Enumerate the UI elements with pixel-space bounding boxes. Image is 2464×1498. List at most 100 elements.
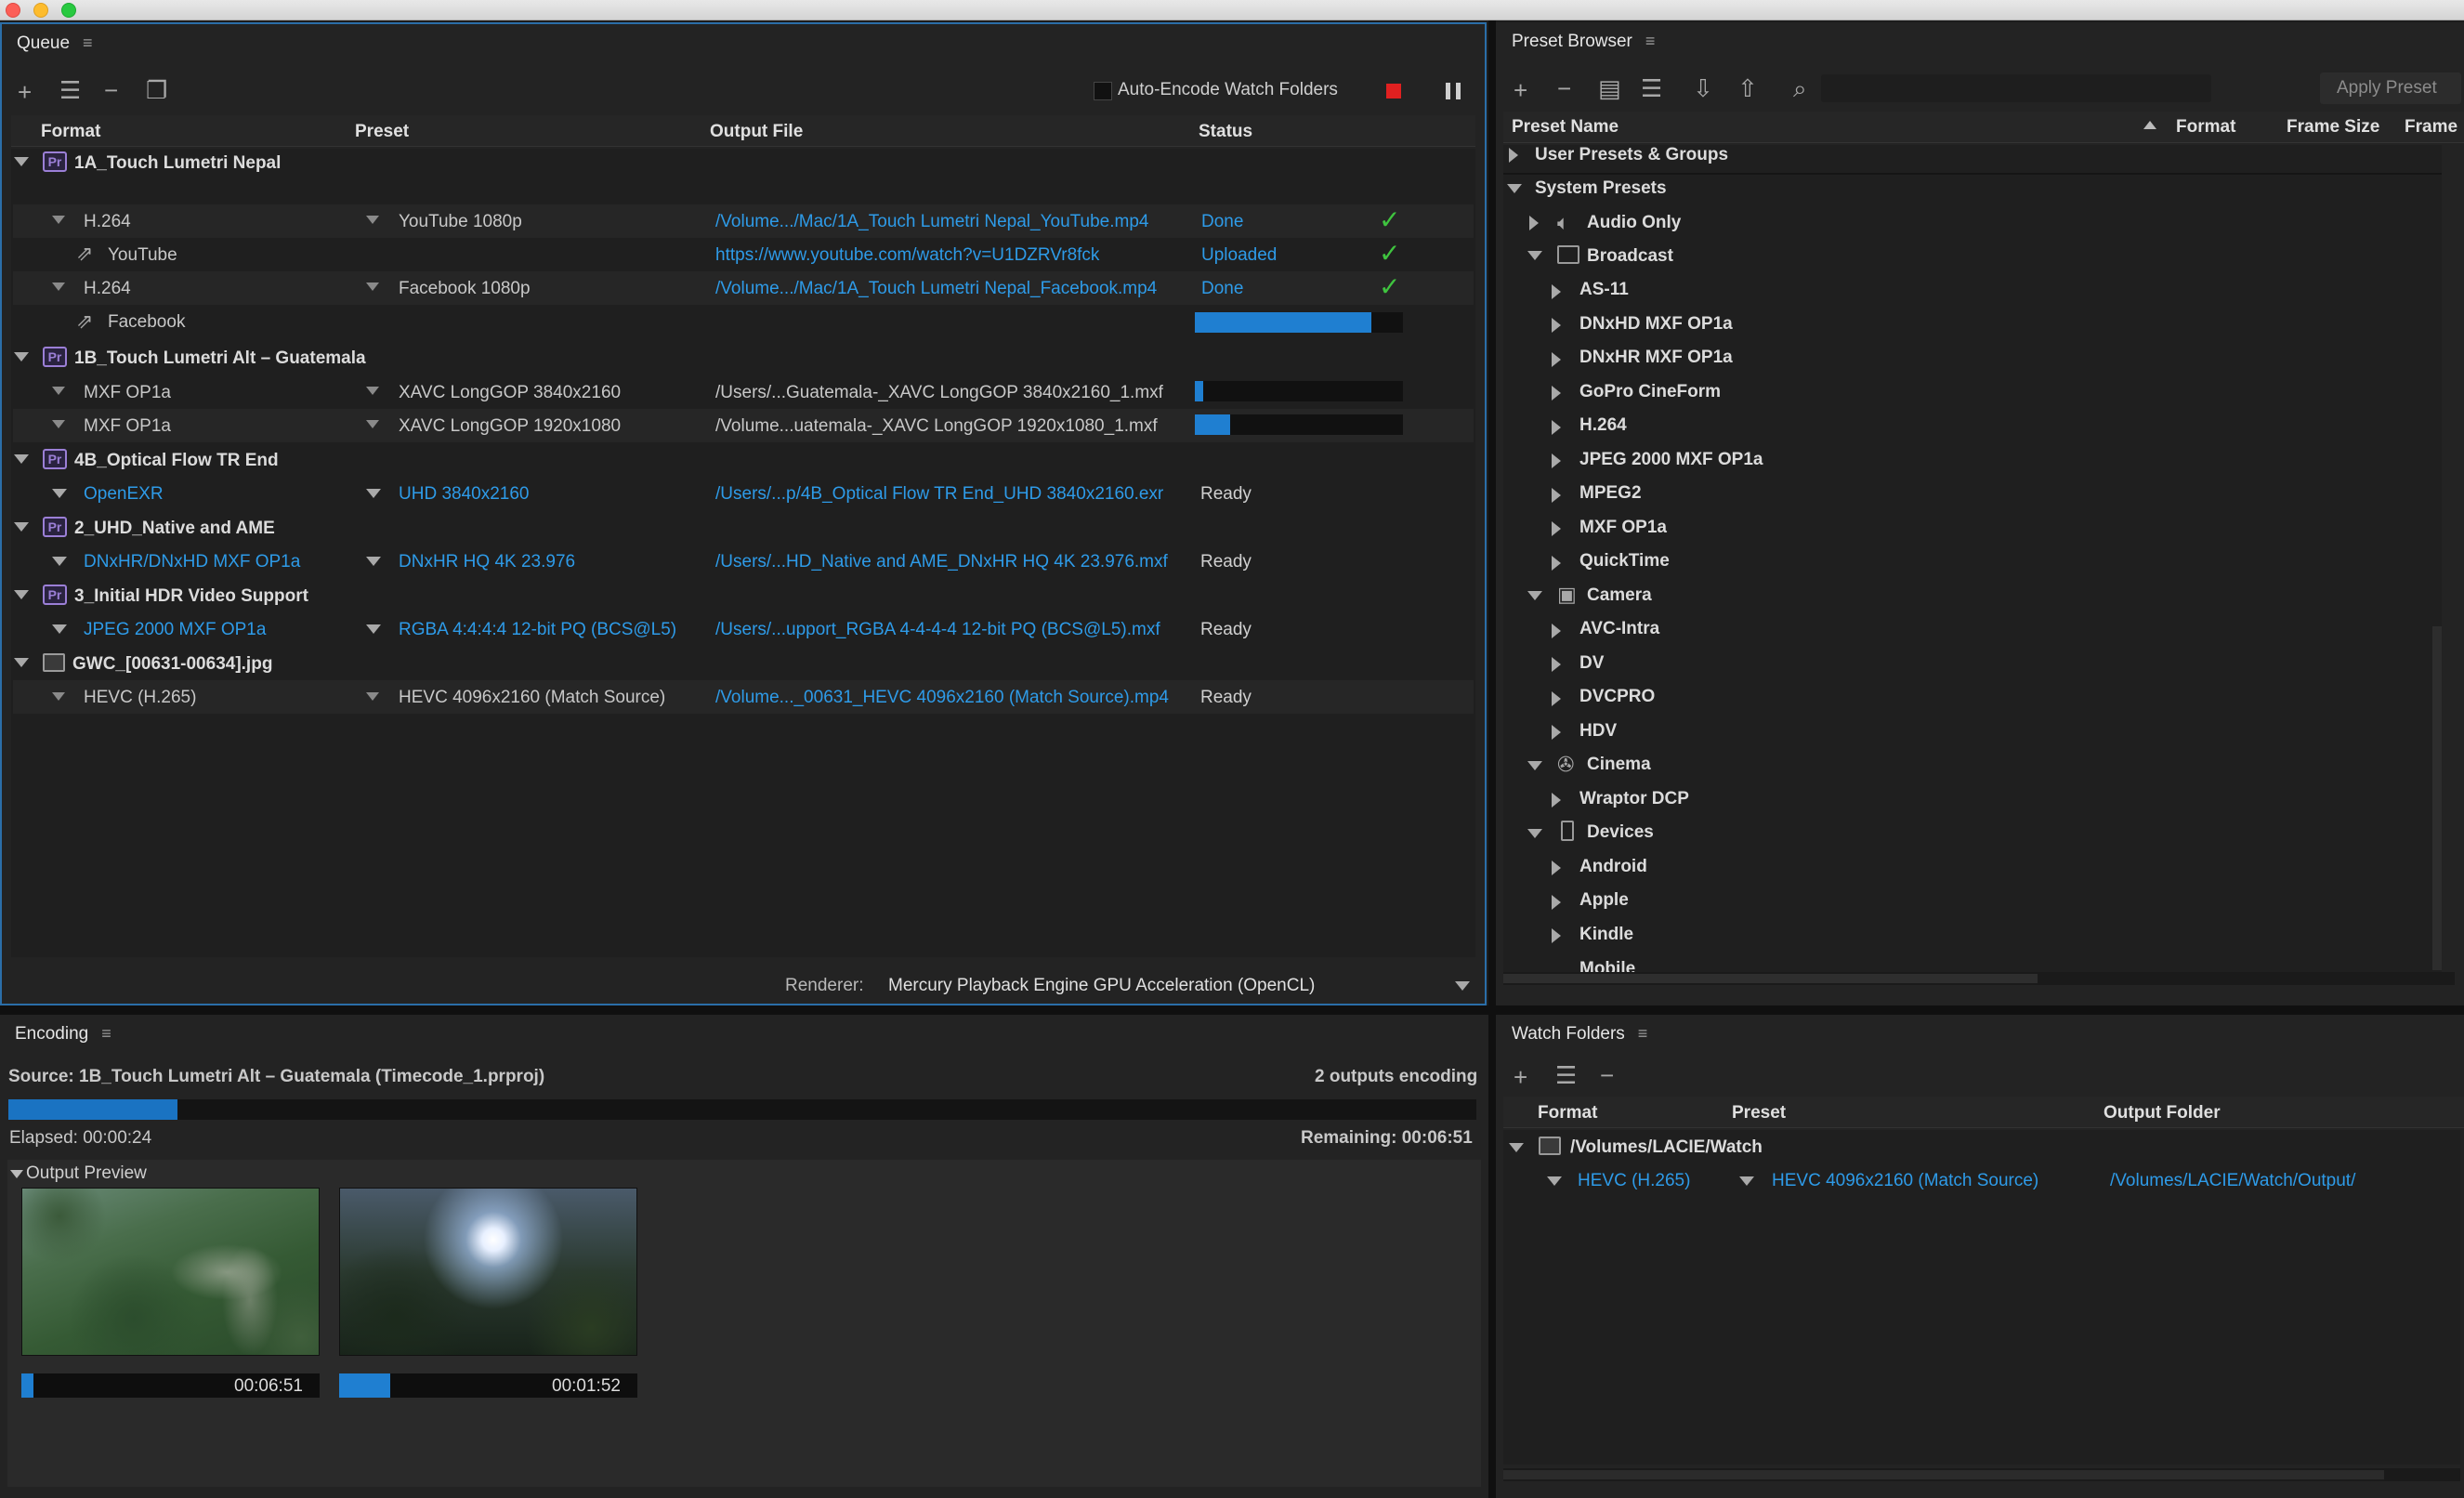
- expand-arrow-icon[interactable]: [1552, 624, 1561, 638]
- preset-col-frame[interactable]: Frame: [2405, 117, 2457, 138]
- settings-icon[interactable]: ☰: [59, 78, 81, 102]
- item-format[interactable]: HEVC (H.265): [84, 688, 196, 708]
- expand-arrow-icon[interactable]: [1529, 216, 1539, 230]
- expand-arrow-icon[interactable]: [1552, 556, 1561, 571]
- watch-format[interactable]: HEVC (H.265): [1578, 1171, 1690, 1191]
- watch-folders-tab[interactable]: Watch Folders ≡: [1512, 1024, 1647, 1045]
- renderer-dropdown-icon[interactable]: [1455, 981, 1470, 991]
- item-output-link[interactable]: /Volume..._00631_HEVC 4096x2160 (Match S…: [715, 688, 1169, 708]
- preset-tree-item[interactable]: Broadcast: [1587, 246, 1673, 267]
- format-dropdown-icon[interactable]: [52, 387, 65, 395]
- preset-dropdown-icon[interactable]: [1739, 1176, 1754, 1186]
- sort-ascending-icon[interactable]: [2143, 121, 2156, 129]
- item-preset[interactable]: YouTube 1080p: [399, 212, 522, 232]
- collapse-arrow-icon[interactable]: [1527, 251, 1542, 260]
- preset-dropdown-icon[interactable]: [366, 283, 379, 291]
- expand-arrow-icon[interactable]: [1552, 453, 1561, 468]
- import-preset-icon[interactable]: ⇩: [1693, 76, 1713, 100]
- format-dropdown-icon[interactable]: [52, 283, 65, 291]
- queue-group-name[interactable]: 1A_Touch Lumetri Nepal: [74, 153, 281, 174]
- expand-arrow-icon[interactable]: [1552, 793, 1561, 808]
- collapse-arrow-icon[interactable]: [1507, 184, 1522, 193]
- preset-col-frame-size[interactable]: Frame Size: [2287, 117, 2379, 138]
- panel-menu-icon[interactable]: ≡: [101, 1024, 111, 1043]
- preset-dropdown-icon[interactable]: [366, 557, 381, 566]
- renderer-select[interactable]: Mercury Playback Engine GPU Acceleration…: [888, 976, 1315, 996]
- queue-group-name[interactable]: GWC_[00631-00634].jpg: [72, 654, 272, 675]
- preset-tree-item[interactable]: AVC-Intra: [1579, 619, 1659, 639]
- preset-col-name[interactable]: Preset Name: [1512, 117, 1619, 138]
- format-dropdown-icon[interactable]: [52, 557, 67, 566]
- expand-arrow-icon[interactable]: [1552, 895, 1561, 910]
- expand-arrow-icon[interactable]: [14, 352, 29, 361]
- queue-group-name[interactable]: 1B_Touch Lumetri Alt – Guatemala: [74, 348, 366, 369]
- preset-tree-item[interactable]: QuickTime: [1579, 551, 1670, 572]
- item-output-link[interactable]: /Users/...HD_Native and AME_DNxHR HQ 4K …: [715, 552, 1168, 572]
- preset-scrollbar[interactable]: [2432, 626, 2442, 970]
- preset-tree-item[interactable]: GoPro CineForm: [1579, 382, 1721, 402]
- remove-icon[interactable]: −: [104, 78, 118, 102]
- collapse-arrow-icon[interactable]: [10, 1170, 23, 1178]
- expand-arrow-icon[interactable]: [1552, 521, 1561, 536]
- add-source-icon[interactable]: +: [18, 80, 32, 104]
- watch-col-format[interactable]: Format: [1538, 1103, 1597, 1124]
- queue-col-format[interactable]: Format: [41, 122, 100, 142]
- expand-arrow-icon[interactable]: [1552, 488, 1561, 503]
- queue-tab[interactable]: Queue ≡: [17, 33, 93, 54]
- expand-arrow-icon[interactable]: [14, 590, 29, 599]
- item-preset[interactable]: XAVC LongGOP 1920x1080: [399, 416, 621, 437]
- panel-menu-icon[interactable]: ≡: [83, 33, 93, 52]
- expand-arrow-icon[interactable]: [1552, 284, 1561, 299]
- preset-tree-item[interactable]: Mobile: [1579, 959, 1635, 972]
- expand-arrow-icon[interactable]: [1552, 352, 1561, 367]
- zoom-window-button[interactable]: [61, 3, 76, 18]
- preset-tree-item[interactable]: Kindle: [1579, 925, 1633, 945]
- preset-tree-item[interactable]: Cinema: [1587, 755, 1651, 775]
- item-output-path[interactable]: /Volume...uatemala-_XAVC LongGOP 1920x10…: [715, 416, 1158, 437]
- preset-tree-item[interactable]: JPEG 2000 MXF OP1a: [1579, 450, 1763, 470]
- watch-folder-path[interactable]: /Volumes/LACIE/Watch: [1570, 1137, 1763, 1158]
- item-output-link[interactable]: /Users/...upport_RGBA 4-4-4-4 12-bit PQ …: [715, 620, 1160, 640]
- preset-tree-item[interactable]: User Presets & Groups: [1535, 145, 1728, 165]
- expand-arrow-icon[interactable]: [1552, 725, 1561, 740]
- item-format[interactable]: MXF OP1a: [84, 383, 171, 403]
- item-format[interactable]: OpenEXR: [84, 484, 164, 505]
- preset-tree-item[interactable]: MPEG2: [1579, 483, 1642, 504]
- item-preset[interactable]: DNxHR HQ 4K 23.976: [399, 552, 575, 572]
- preset-tree-item[interactable]: Audio Only: [1587, 213, 1681, 233]
- preset-dropdown-icon[interactable]: [366, 420, 379, 428]
- item-output-link[interactable]: https://www.youtube.com/watch?v=U1DZRVr8…: [715, 245, 1099, 266]
- item-format[interactable]: Facebook: [108, 312, 185, 333]
- expand-arrow-icon[interactable]: [14, 157, 29, 166]
- auto-encode-checkbox[interactable]: [1094, 82, 1112, 100]
- preset-tree-item[interactable]: MXF OP1a: [1579, 518, 1667, 538]
- new-preset-icon[interactable]: +: [1514, 78, 1527, 102]
- expand-arrow-icon[interactable]: [1552, 861, 1561, 875]
- preset-tree-item[interactable]: Camera: [1587, 585, 1652, 606]
- preset-browser-tab[interactable]: Preset Browser ≡: [1512, 32, 1655, 52]
- preset-hscrollbar[interactable]: [1503, 972, 2455, 985]
- queue-col-status[interactable]: Status: [1199, 122, 1252, 142]
- remove-preset-icon[interactable]: −: [1557, 76, 1571, 100]
- watch-hscrollbar[interactable]: [1503, 1468, 2460, 1481]
- preset-settings-icon[interactable]: ☰: [1641, 76, 1662, 100]
- minimize-window-button[interactable]: [33, 3, 48, 18]
- add-folder-icon[interactable]: +: [1514, 1065, 1527, 1089]
- output-preview-label[interactable]: Output Preview: [26, 1163, 147, 1184]
- preset-tree-item[interactable]: AS-11: [1579, 280, 1629, 300]
- expand-arrow-icon[interactable]: [14, 658, 29, 667]
- preset-dropdown-icon[interactable]: [366, 692, 379, 701]
- item-format[interactable]: MXF OP1a: [84, 416, 171, 437]
- watch-preset[interactable]: HEVC 4096x2160 (Match Source): [1772, 1171, 2038, 1191]
- expand-arrow-icon[interactable]: [1552, 691, 1561, 706]
- preset-tree-item[interactable]: Wraptor DCP: [1579, 789, 1689, 809]
- collapse-arrow-icon[interactable]: [1509, 1143, 1524, 1152]
- expand-arrow-icon[interactable]: [1552, 657, 1561, 672]
- new-group-icon[interactable]: ▤: [1598, 76, 1621, 100]
- format-dropdown-icon[interactable]: [52, 216, 65, 224]
- expand-arrow-icon[interactable]: [1552, 386, 1561, 401]
- format-dropdown-icon[interactable]: [52, 624, 67, 634]
- item-format[interactable]: DNxHR/DNxHD MXF OP1a: [84, 552, 300, 572]
- preset-dropdown-icon[interactable]: [366, 387, 379, 395]
- duplicate-icon[interactable]: ❐: [146, 78, 167, 102]
